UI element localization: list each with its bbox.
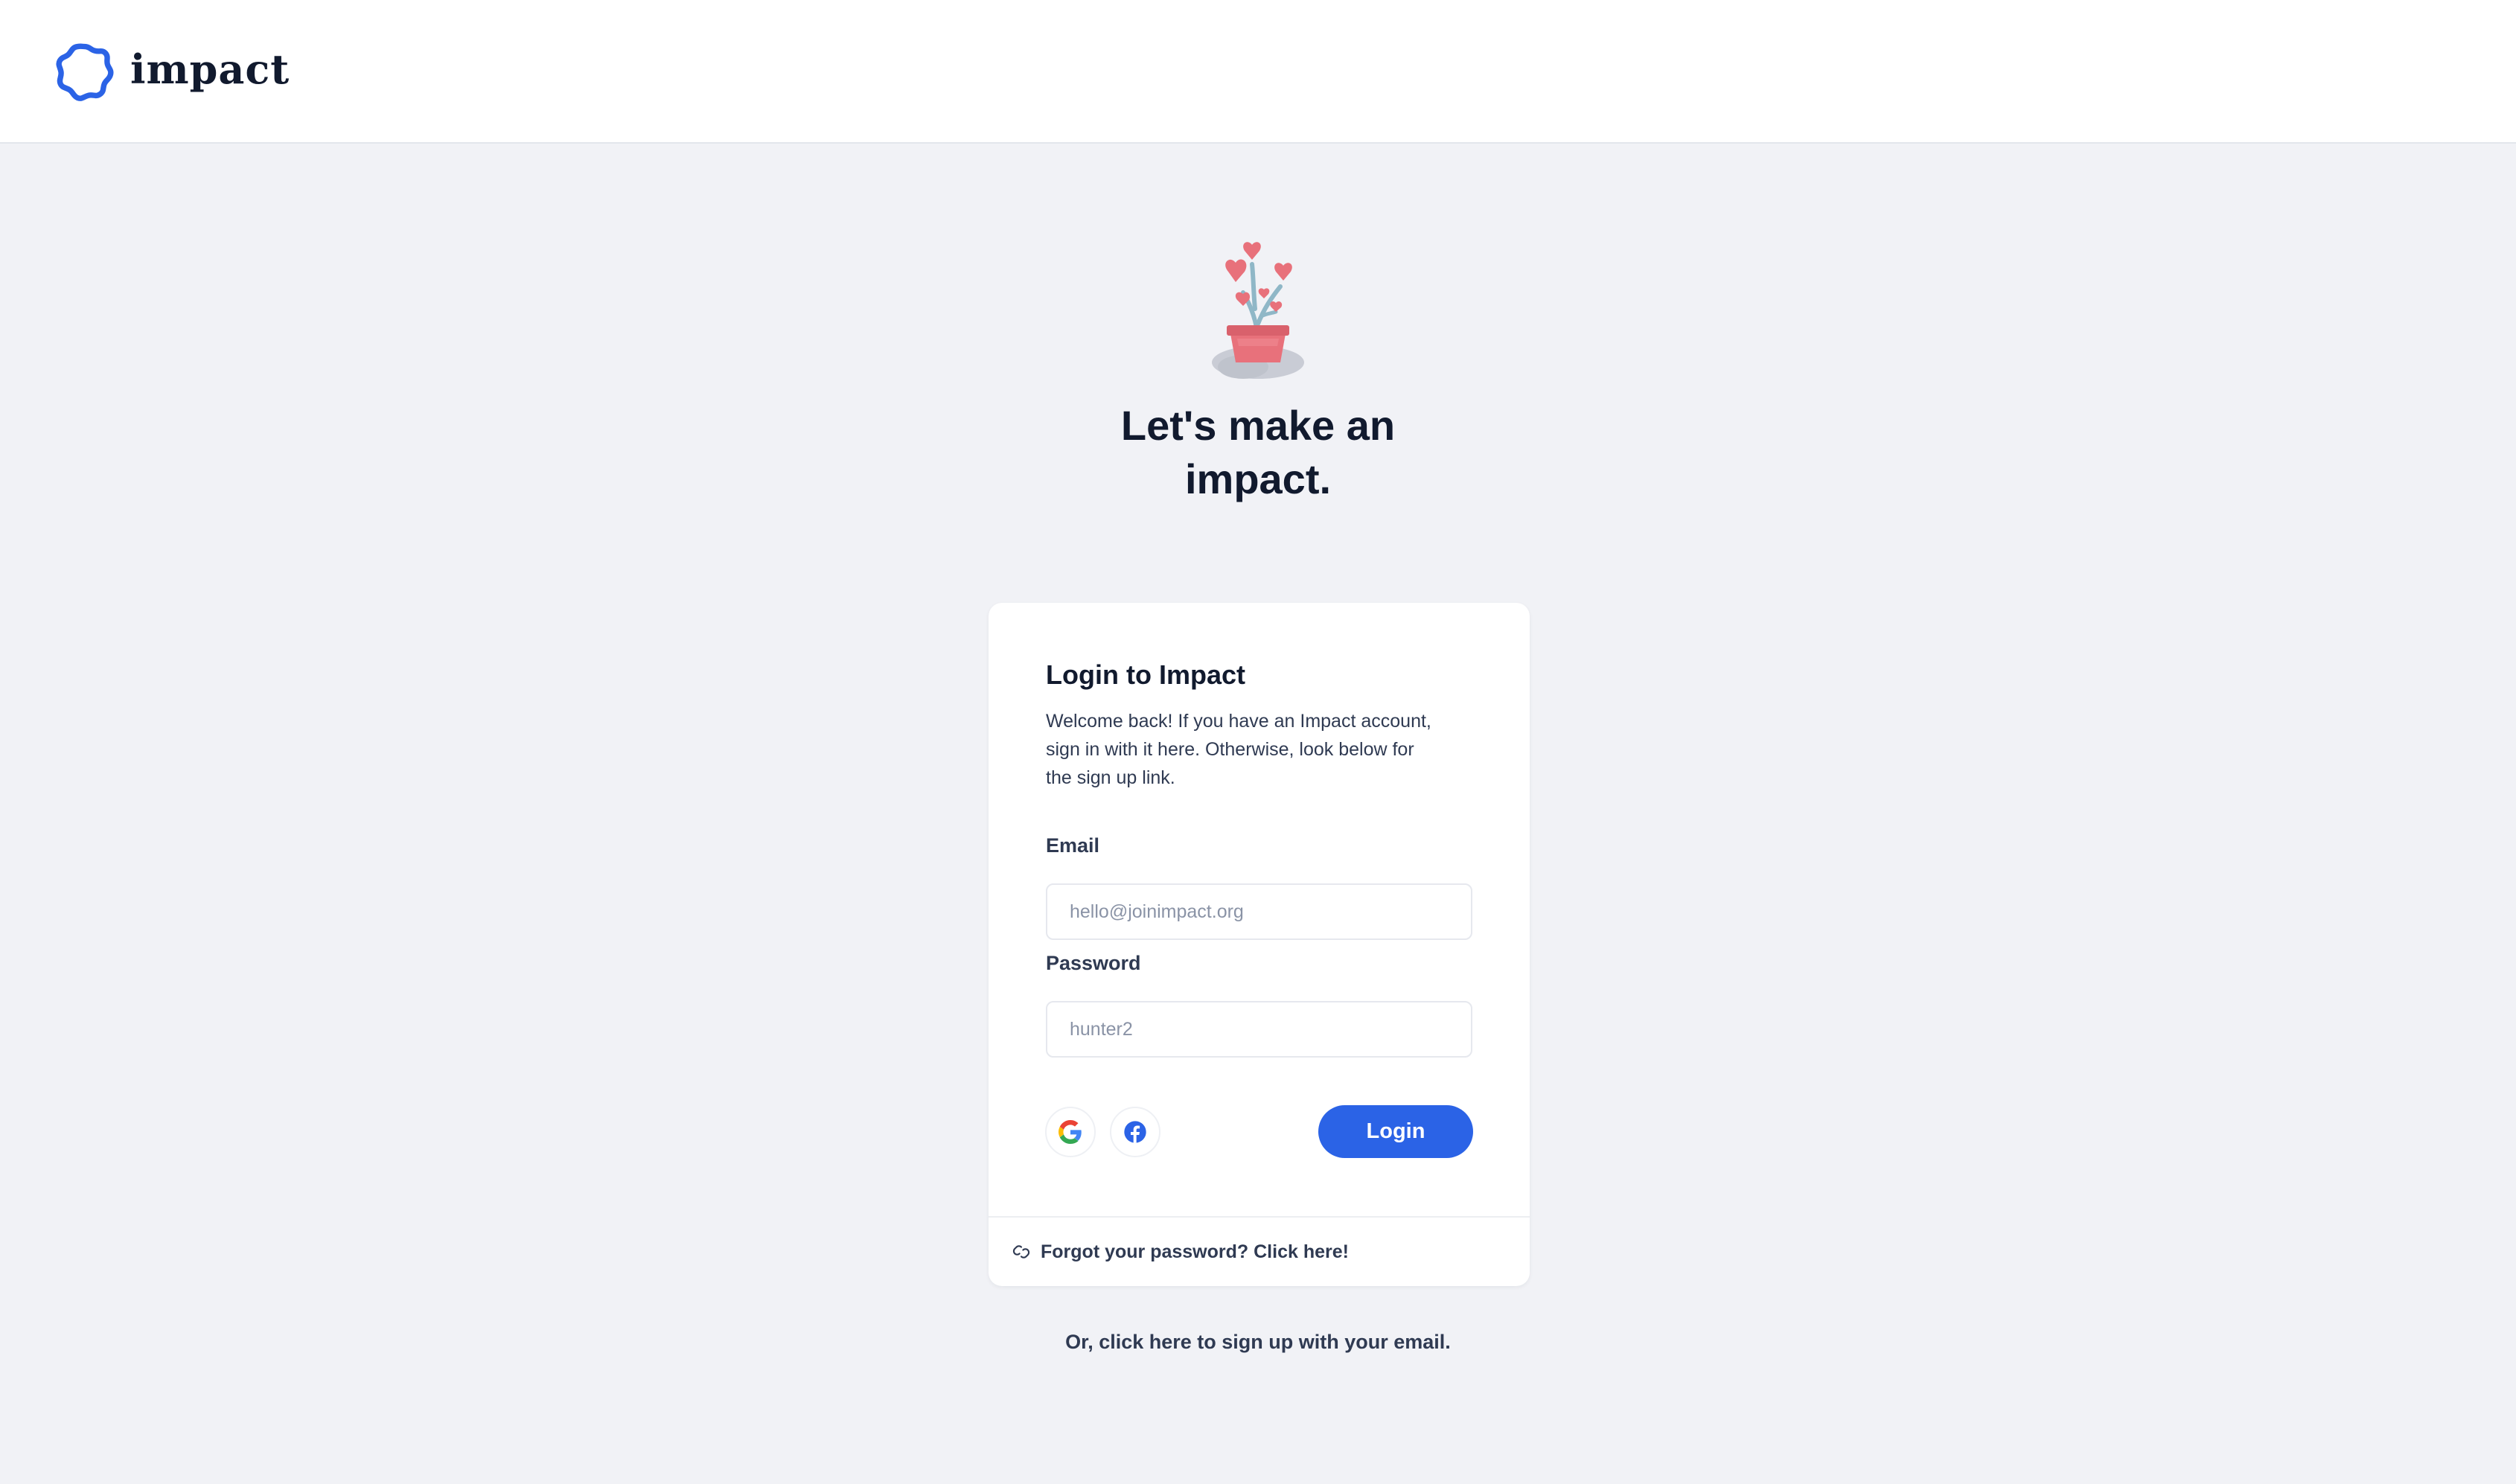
card-footer: Forgot your password? Click here! — [989, 1216, 1530, 1286]
google-icon — [1059, 1120, 1082, 1144]
top-navigation-bar: impact — [0, 0, 2516, 144]
hero-title-line2: impact. — [1184, 455, 1332, 502]
brand-name: impact — [130, 45, 290, 93]
signup-link[interactable]: Or, click here to sign up with your emai… — [960, 1331, 1556, 1354]
hero-title-line1: Let's make an — [1120, 402, 1396, 449]
login-card-description: Welcome back! If you have an Impact acco… — [1046, 711, 1431, 788]
brand-home-link[interactable]: impact — [54, 42, 290, 103]
login-card: Login to Impact Welcome back! If you hav… — [989, 603, 1530, 1286]
login-button[interactable]: Login — [1318, 1105, 1473, 1158]
hero-title: Let's make an impact. — [960, 399, 1556, 506]
heart-plant-illustration — [1212, 242, 1304, 379]
facebook-icon — [1124, 1121, 1146, 1143]
password-label: Password — [1046, 952, 1141, 974]
link-icon — [1012, 1245, 1030, 1258]
forgot-password-link[interactable]: Forgot your password? Click here! — [1041, 1241, 1349, 1263]
login-card-title: Login to Impact — [1046, 659, 1245, 690]
password-field[interactable] — [1046, 1001, 1472, 1058]
google-login-button[interactable] — [1045, 1107, 1096, 1157]
facebook-login-button[interactable] — [1110, 1107, 1160, 1157]
ring-logo-icon — [56, 43, 114, 101]
email-label: Email — [1046, 834, 1100, 857]
email-field[interactable] — [1046, 883, 1472, 940]
